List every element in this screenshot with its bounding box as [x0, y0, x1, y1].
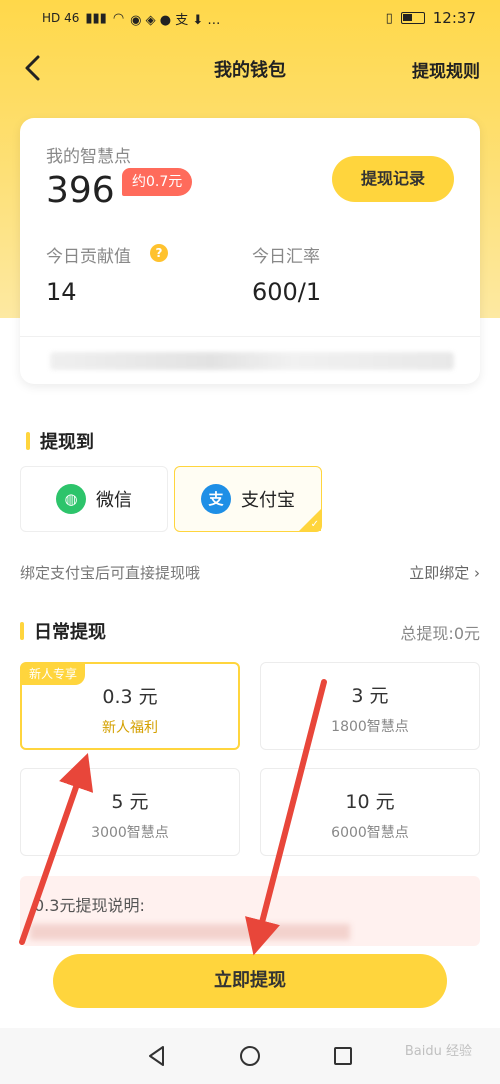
nav-back-icon[interactable] — [145, 1044, 169, 1068]
pay-option-alipay[interactable]: 支 支付宝 ✓ — [174, 466, 322, 532]
withdraw-record-button[interactable]: 提现记录 — [332, 156, 454, 202]
withdraw-rules-link[interactable]: 提现规则 — [412, 57, 480, 82]
contrib-value: 14 — [46, 278, 77, 306]
points-value: 396 — [46, 170, 115, 211]
amount-value: 3 元 — [351, 685, 389, 707]
withdraw-note: 0.3元提现说明: — [20, 876, 480, 946]
new-user-tag: 新人专享 — [21, 663, 86, 685]
amount-value: 5 元 — [111, 791, 149, 813]
contrib-label: 今日贡献值 — [46, 247, 131, 267]
status-bar: HD 46 ▮▮▮ ◠ ◉ ◈ ● 支 ⬇ … ▯ 12:37 — [0, 0, 500, 36]
nav-home-icon[interactable] — [238, 1044, 262, 1068]
chevron-right-icon: › — [474, 564, 480, 582]
amount-option-3[interactable]: 3 元 1800智慧点 — [260, 662, 480, 750]
approx-value-badge: 约0.7元 — [122, 168, 193, 196]
pay-option-wechat[interactable]: ◍ 微信 — [20, 466, 168, 532]
rate-label: 今日汇率 — [252, 247, 320, 267]
card-divider — [20, 336, 480, 337]
withdraw-now-button[interactable]: 立即提现 — [53, 954, 447, 1008]
clock: 12:37 — [432, 9, 476, 27]
signal-icon: ▮▮▮ — [85, 10, 107, 26]
vibrate-icon: ▯ — [385, 10, 393, 26]
bind-now-label: 立即绑定 — [409, 564, 470, 582]
pay-option-label: 支付宝 — [241, 490, 295, 511]
amount-option-0-3[interactable]: 新人专享 0.3 元 新人福利 — [20, 662, 240, 750]
withdraw-to-title: 提现到 — [40, 432, 94, 453]
points-label: 我的智慧点 — [46, 147, 131, 167]
nav-bar: 我的钱包 提现规则 — [0, 44, 500, 94]
check-icon: ✓ — [310, 519, 319, 530]
blurred-info — [50, 352, 454, 370]
note-title: 0.3元提现说明: — [34, 896, 145, 915]
wallet-card: 我的智慧点 396 约0.7元 提现记录 今日贡献值 ? 14 今日汇率 600… — [20, 118, 480, 384]
battery-icon — [400, 12, 425, 24]
network-indicator: HD 46 — [42, 11, 80, 25]
amount-option-10[interactable]: 10 元 6000智慧点 — [260, 768, 480, 856]
amount-value: 10 元 — [345, 791, 395, 813]
rate-value: 600/1 — [252, 278, 322, 306]
note-blurred-text — [30, 924, 350, 940]
pay-option-label: 微信 — [96, 490, 132, 511]
daily-title: 日常提现 — [34, 622, 106, 643]
wechat-icon: ◍ — [56, 484, 86, 514]
status-left: HD 46 ▮▮▮ ◠ ◉ ◈ ● 支 ⬇ … — [42, 9, 220, 28]
wifi-icon: ◠ — [112, 10, 125, 26]
withdraw-to-heading: 提现到 — [26, 428, 94, 454]
status-right: ▯ 12:37 — [386, 9, 476, 27]
amount-sub: 新人福利 — [102, 720, 158, 736]
help-icon[interactable]: ? — [150, 244, 168, 262]
watermark: Baidu 经验 — [404, 1044, 472, 1059]
notification-icons: ◉ ◈ ● 支 ⬇ … — [130, 12, 221, 28]
total-withdrawn: 总提现:0元 — [400, 624, 480, 643]
bind-row: 绑定支付宝后可直接提现哦 立即绑定 › — [20, 562, 480, 583]
nav-recents-icon[interactable] — [331, 1044, 355, 1068]
section-bar — [26, 432, 30, 450]
alipay-icon: 支 — [201, 484, 231, 514]
section-bar — [20, 622, 24, 640]
amount-option-5[interactable]: 5 元 3000智慧点 — [20, 768, 240, 856]
amount-sub: 3000智慧点 — [91, 825, 169, 841]
amount-value: 0.3 元 — [102, 686, 158, 708]
amount-sub: 1800智慧点 — [331, 719, 409, 735]
daily-heading: 日常提现 — [20, 618, 106, 644]
bind-hint: 绑定支付宝后可直接提现哦 — [20, 564, 201, 582]
bind-now-link[interactable]: 立即绑定 › — [409, 562, 480, 583]
amount-sub: 6000智慧点 — [331, 825, 409, 841]
